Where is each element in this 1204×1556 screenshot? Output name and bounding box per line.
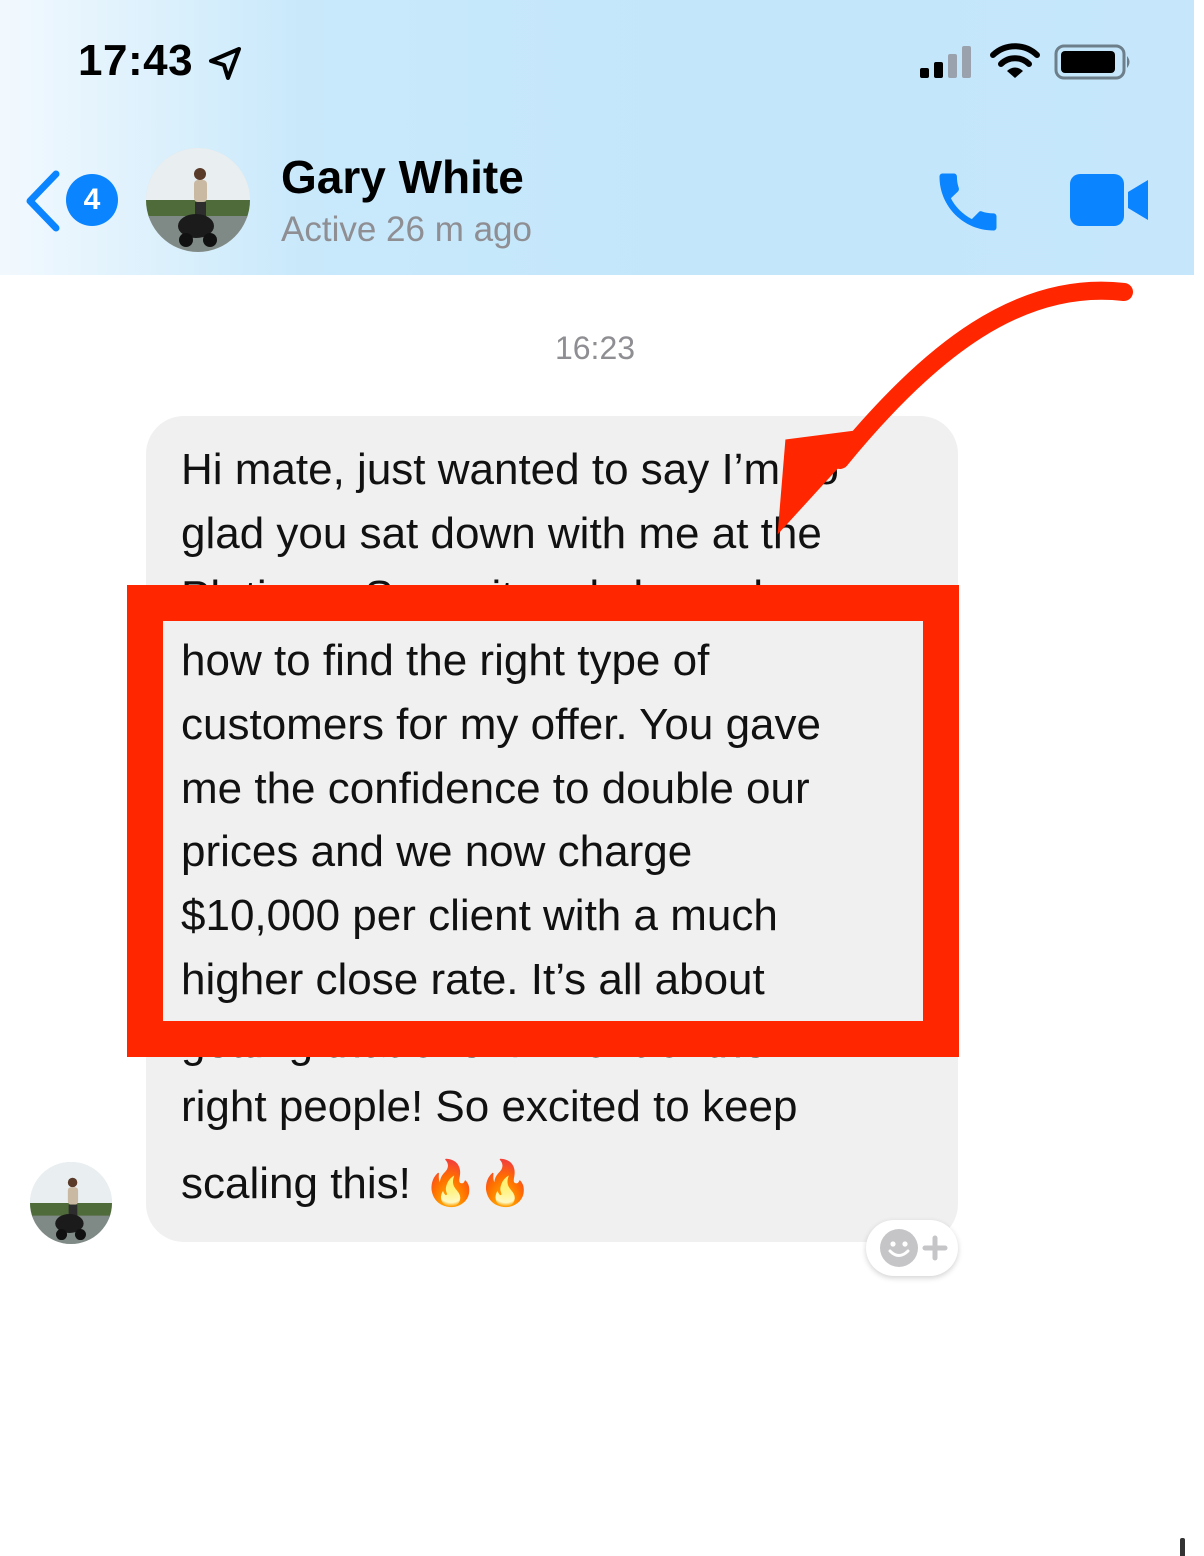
wifi-icon xyxy=(990,43,1040,78)
sender-avatar[interactable] xyxy=(30,1162,112,1244)
back-chevron-icon[interactable] xyxy=(22,170,62,232)
unread-count-badge[interactable]: 4 xyxy=(66,174,118,226)
message-line: scaling this! 🔥🔥 xyxy=(181,1158,533,1208)
contact-status: Active 26 m ago xyxy=(281,210,532,249)
message-line: right people! So excited to keep xyxy=(181,1082,798,1132)
video-camera-icon[interactable] xyxy=(1068,172,1150,228)
message-line: Hi mate, just wanted to say I’m so xyxy=(181,445,839,494)
signal-icon xyxy=(920,46,971,78)
location-arrow-icon xyxy=(209,47,241,80)
highlight-annotation-box xyxy=(127,585,959,1057)
add-reaction-icon xyxy=(880,1229,948,1267)
message-line: glad you sat down with me at the xyxy=(181,508,822,558)
status-time: 17:43 xyxy=(78,36,194,85)
message-timestamp: 16:23 xyxy=(554,330,636,366)
contact-name[interactable]: Gary White xyxy=(281,150,524,204)
avatar[interactable] xyxy=(146,148,250,252)
phone-icon[interactable] xyxy=(930,164,1006,240)
battery-icon xyxy=(1054,44,1130,80)
add-reaction-button[interactable] xyxy=(866,1220,958,1276)
scroll-indicator xyxy=(1180,1538,1185,1556)
